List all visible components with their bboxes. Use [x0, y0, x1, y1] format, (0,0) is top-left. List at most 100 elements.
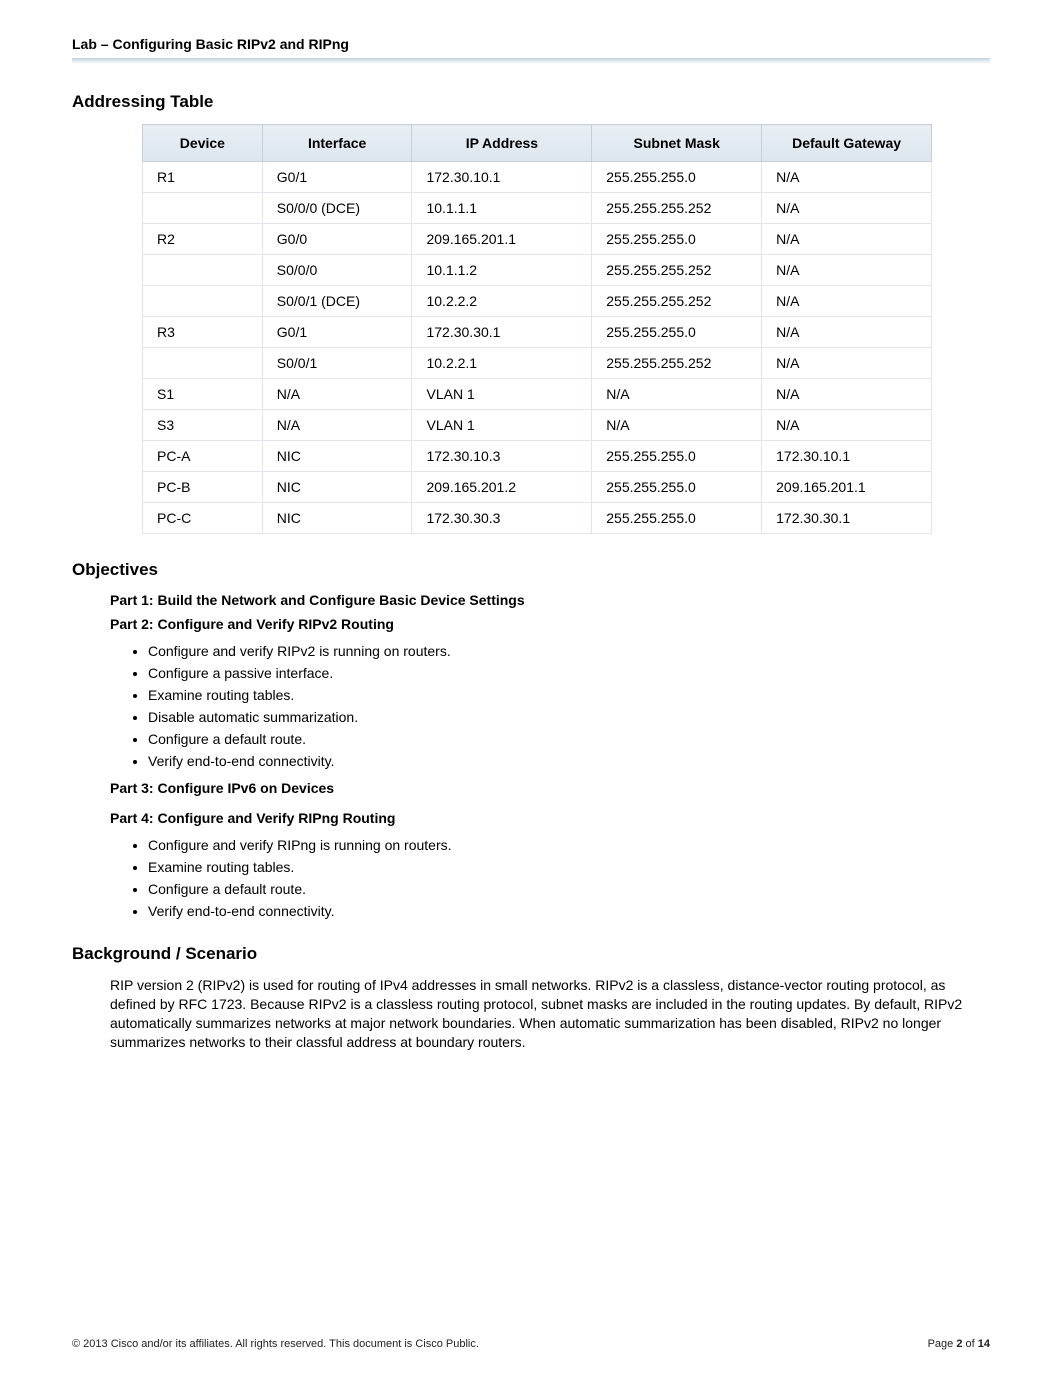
table-row: PC-BNIC209.165.201.2255.255.255.0209.165… [143, 472, 932, 503]
table-cell: N/A [762, 410, 932, 441]
table-cell: 255.255.255.252 [592, 286, 762, 317]
background-heading: Background / Scenario [72, 944, 990, 964]
background-text: RIP version 2 (RIPv2) is used for routin… [110, 976, 990, 1052]
table-cell: NIC [262, 503, 412, 534]
table-cell: N/A [762, 162, 932, 193]
table-cell: N/A [262, 379, 412, 410]
table-cell: N/A [762, 379, 932, 410]
page-header-title: Lab – Configuring Basic RIPv2 and RIPng [72, 36, 990, 52]
addressing-table-wrap: Device Interface IP Address Subnet Mask … [142, 124, 990, 534]
table-cell: 255.255.255.0 [592, 317, 762, 348]
table-row: S0/0/010.1.1.2255.255.255.252N/A [143, 255, 932, 286]
addressing-table: Device Interface IP Address Subnet Mask … [142, 124, 932, 534]
list-item: Configure a default route. [148, 728, 990, 750]
table-cell: S0/0/1 (DCE) [262, 286, 412, 317]
table-cell: PC-C [143, 503, 263, 534]
table-cell: 255.255.255.252 [592, 193, 762, 224]
table-row: R2G0/0209.165.201.1255.255.255.0N/A [143, 224, 932, 255]
footer-left: © 2013 Cisco and/or its affiliates. All … [72, 1338, 479, 1350]
table-cell: 10.1.1.1 [412, 193, 592, 224]
table-row: S3N/AVLAN 1N/AN/A [143, 410, 932, 441]
part2-list: Configure and verify RIPv2 is running on… [148, 640, 990, 772]
list-item: Verify end-to-end connectivity. [148, 750, 990, 772]
table-cell: 255.255.255.0 [592, 441, 762, 472]
footer-of: of [962, 1338, 977, 1350]
col-interface: Interface [262, 125, 412, 162]
table-cell: S0/0/1 [262, 348, 412, 379]
table-cell: 172.30.30.1 [412, 317, 592, 348]
part4-heading: Part 4: Configure and Verify RIPng Routi… [110, 810, 990, 826]
table-cell: N/A [762, 348, 932, 379]
table-cell: 209.165.201.1 [762, 472, 932, 503]
table-cell: 255.255.255.252 [592, 348, 762, 379]
table-cell: R1 [143, 162, 263, 193]
table-cell: N/A [762, 286, 932, 317]
page-footer: © 2013 Cisco and/or its affiliates. All … [72, 1338, 990, 1350]
table-cell: 255.255.255.252 [592, 255, 762, 286]
table-cell: 10.2.2.2 [412, 286, 592, 317]
list-item: Configure and verify RIPng is running on… [148, 834, 990, 856]
table-cell: 10.1.1.2 [412, 255, 592, 286]
table-cell: N/A [592, 410, 762, 441]
table-cell: NIC [262, 441, 412, 472]
addressing-heading: Addressing Table [72, 92, 990, 112]
table-row: PC-CNIC172.30.30.3255.255.255.0172.30.30… [143, 503, 932, 534]
table-cell: 172.30.30.1 [762, 503, 932, 534]
col-ip: IP Address [412, 125, 592, 162]
table-cell: G0/1 [262, 162, 412, 193]
table-cell: 209.165.201.1 [412, 224, 592, 255]
table-cell: S0/0/0 (DCE) [262, 193, 412, 224]
list-item: Examine routing tables. [148, 684, 990, 706]
table-cell: 172.30.30.3 [412, 503, 592, 534]
table-cell: PC-A [143, 441, 263, 472]
table-cell: 172.30.10.1 [762, 441, 932, 472]
table-row: S0/0/110.2.2.1255.255.255.252N/A [143, 348, 932, 379]
list-item: Configure a default route. [148, 878, 990, 900]
table-cell: 172.30.10.3 [412, 441, 592, 472]
table-cell: VLAN 1 [412, 379, 592, 410]
table-cell: 10.2.2.1 [412, 348, 592, 379]
list-item: Configure a passive interface. [148, 662, 990, 684]
table-row: S0/0/0 (DCE)10.1.1.1255.255.255.252N/A [143, 193, 932, 224]
table-cell: N/A [762, 255, 932, 286]
table-cell [143, 255, 263, 286]
table-cell: S0/0/0 [262, 255, 412, 286]
footer-total: 14 [978, 1338, 990, 1350]
table-cell: N/A [762, 224, 932, 255]
list-item: Verify end-to-end connectivity. [148, 900, 990, 922]
part3-heading: Part 3: Configure IPv6 on Devices [110, 780, 990, 796]
table-row: R3G0/1172.30.30.1255.255.255.0N/A [143, 317, 932, 348]
table-cell: 255.255.255.0 [592, 503, 762, 534]
footer-right: Page 2 of 14 [928, 1338, 990, 1350]
table-cell: N/A [262, 410, 412, 441]
part4-list: Configure and verify RIPng is running on… [148, 834, 990, 922]
table-row: S1N/AVLAN 1N/AN/A [143, 379, 932, 410]
table-cell: G0/1 [262, 317, 412, 348]
objectives-heading: Objectives [72, 560, 990, 580]
table-cell [143, 193, 263, 224]
table-cell: R3 [143, 317, 263, 348]
header-divider [72, 58, 990, 64]
table-cell: 255.255.255.0 [592, 472, 762, 503]
table-row: R1G0/1172.30.10.1255.255.255.0N/A [143, 162, 932, 193]
col-gateway: Default Gateway [762, 125, 932, 162]
table-cell: VLAN 1 [412, 410, 592, 441]
part2-heading: Part 2: Configure and Verify RIPv2 Routi… [110, 616, 990, 632]
table-cell: N/A [592, 379, 762, 410]
table-cell: 209.165.201.2 [412, 472, 592, 503]
table-cell: S3 [143, 410, 263, 441]
table-header-row: Device Interface IP Address Subnet Mask … [143, 125, 932, 162]
list-item: Examine routing tables. [148, 856, 990, 878]
table-cell: PC-B [143, 472, 263, 503]
footer-page-prefix: Page [928, 1338, 957, 1350]
table-cell: S1 [143, 379, 263, 410]
table-cell: 172.30.10.1 [412, 162, 592, 193]
table-cell: 255.255.255.0 [592, 162, 762, 193]
table-cell: 255.255.255.0 [592, 224, 762, 255]
table-cell [143, 286, 263, 317]
list-item: Disable automatic summarization. [148, 706, 990, 728]
table-cell: N/A [762, 317, 932, 348]
table-row: S0/0/1 (DCE)10.2.2.2255.255.255.252N/A [143, 286, 932, 317]
table-cell: R2 [143, 224, 263, 255]
col-mask: Subnet Mask [592, 125, 762, 162]
